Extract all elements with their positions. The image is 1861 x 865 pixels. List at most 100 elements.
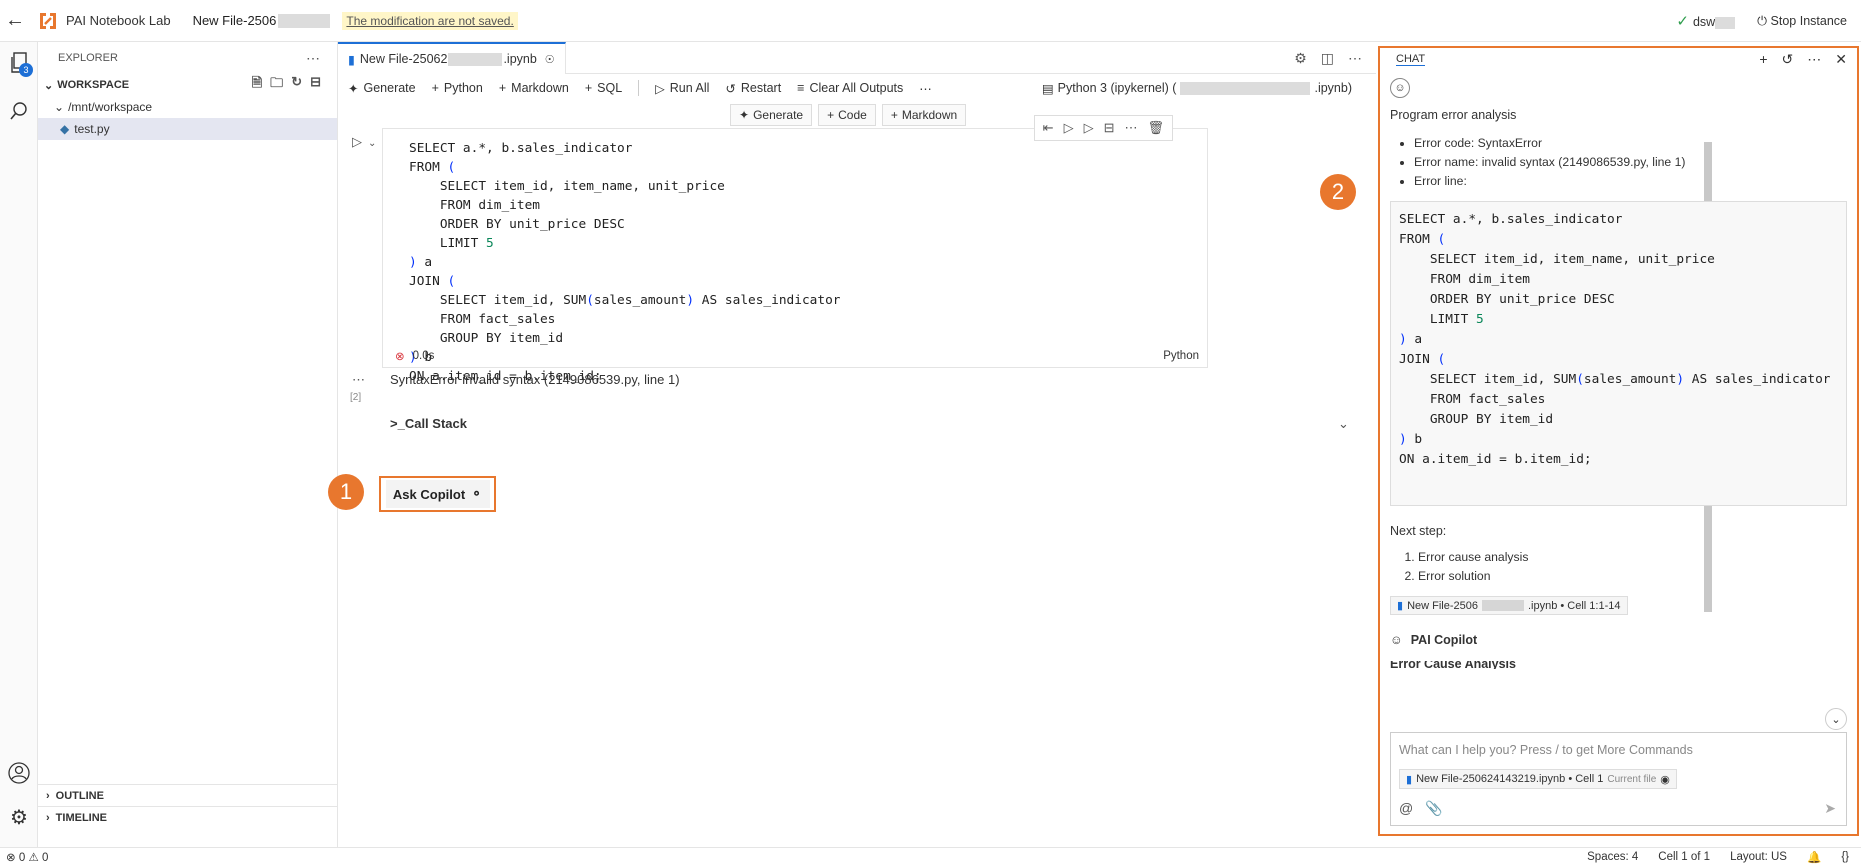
explorer-activity-button[interactable]: 3: [0, 46, 38, 80]
tab-label-prefix: New File-25062: [359, 52, 448, 66]
settings-button[interactable]: ⚙: [0, 800, 38, 834]
truncated-heading: Error Cause Analysis: [1390, 661, 1847, 669]
chevron-down-icon[interactable]: ⌄: [1338, 416, 1349, 432]
warnings-count: 0: [41, 851, 49, 864]
cell-toolbar: ⇤ ▷ ▷ ⊟ ⋯ 🗑: [1033, 115, 1173, 141]
new-file-icon[interactable]: 🗎: [252, 74, 262, 96]
tab-notebook[interactable]: ▮ New File-25062 .ipynb ☉: [338, 42, 566, 74]
add-python-button[interactable]: + Python: [432, 81, 483, 95]
history-icon[interactable]: ↺: [1782, 51, 1794, 68]
scroll-down-icon[interactable]: ⌄: [1825, 708, 1847, 730]
insert-markdown-button[interactable]: + Markdown: [881, 104, 967, 126]
stop-instance-button[interactable]: ⏻ Stop Instance: [1757, 14, 1847, 29]
code-line: GROUP BY item_id: [1399, 412, 1554, 427]
plus-icon[interactable]: +: [1759, 51, 1767, 68]
more-icon[interactable]: ⋯: [919, 81, 932, 96]
explorer-header: EXPLORER ⋯: [38, 42, 337, 74]
cell-reference-chip[interactable]: ▮ New File-2506 .ipynb • Cell 1:1-14: [1390, 596, 1628, 615]
more-icon[interactable]: ⋯: [1807, 51, 1821, 68]
error-icon: ⊗: [395, 351, 405, 363]
run-above-icon[interactable]: ⇤: [1043, 120, 1054, 136]
pai-logo-icon: [40, 12, 56, 29]
split-editor-icon[interactable]: ◫: [1321, 50, 1334, 67]
step-item: Error solution: [1418, 567, 1847, 586]
code-line: FROM fact_sales: [409, 312, 556, 327]
insert-generate-button[interactable]: ✦ Generate: [730, 104, 813, 126]
workspace-section[interactable]: ⌄ WORKSPACE 🗎 🗀 ↻ ⊟: [38, 74, 337, 96]
insert-code-button[interactable]: + Code: [818, 104, 876, 126]
unsaved-notice[interactable]: The modification are not saved.: [342, 11, 518, 30]
pin-dirty-icon[interactable]: ☉: [545, 53, 555, 66]
close-icon[interactable]: ✕: [1835, 51, 1847, 68]
call-stack-toggle[interactable]: >_Call Stack: [390, 416, 467, 431]
plus-icon: +: [584, 81, 593, 95]
eye-icon[interactable]: ◉: [1660, 773, 1670, 786]
sql-label: SQL: [597, 81, 623, 95]
more-icon[interactable]: ⋯: [1124, 120, 1137, 136]
chevron-down-icon: ⌄: [54, 100, 65, 114]
split-cell-icon[interactable]: ⊟: [1104, 120, 1115, 136]
chat-input[interactable]: What can I help you? Press / to get More…: [1390, 732, 1847, 826]
problems-indicator[interactable]: ⊗ 0 ⚠ 0: [6, 850, 48, 864]
insert-cell-bar: ✦ Generate + Code + Markdown: [730, 104, 967, 126]
delete-icon[interactable]: 🗑: [1147, 120, 1164, 136]
explorer-title: EXPLORER: [58, 52, 118, 64]
context-chip[interactable]: ▮ New File-250624143219.ipynb • Cell 1 Cur…: [1399, 769, 1677, 789]
chat-code-block[interactable]: SELECT a.*, b.sales_indicator FROM ( SELE…: [1390, 201, 1847, 506]
tree-file[interactable]: ◆ test.py: [38, 118, 337, 140]
run-all-button[interactable]: ▷ Run All: [655, 81, 709, 96]
assistant-name: PAI Copilot: [1410, 633, 1478, 647]
outline-section[interactable]: › OUTLINE: [38, 784, 338, 806]
code-cell[interactable]: ⇤ ▷ ▷ ⊟ ⋯ 🗑 SELECT a.*, b.sales_indicato…: [382, 115, 1208, 384]
layout-indicator[interactable]: Layout: US: [1730, 851, 1787, 863]
search-activity-button[interactable]: [0, 94, 38, 128]
more-icon[interactable]: ⋯: [306, 50, 321, 67]
instance-status[interactable]: ✓ dsw: [1676, 12, 1736, 30]
clear-outputs-button[interactable]: ≡ Clear All Outputs: [797, 81, 903, 95]
execute-above-icon[interactable]: ▷: [1064, 120, 1074, 136]
add-sql-button[interactable]: + SQL: [585, 81, 622, 95]
bullet-item: Error line:: [1414, 172, 1847, 191]
search-icon: [10, 102, 27, 120]
back-arrow-icon[interactable]: ←: [2, 9, 28, 32]
attach-icon[interactable]: 📎: [1425, 800, 1442, 817]
plus-icon: +: [431, 81, 439, 95]
step-marker-1: 1: [328, 474, 364, 510]
collapse-all-icon[interactable]: ⊟: [310, 74, 321, 96]
check-icon: ✓: [1676, 13, 1689, 30]
plus-icon: +: [827, 108, 835, 122]
new-folder-icon[interactable]: 🗀: [270, 74, 283, 96]
run-cell-icon[interactable]: ▷ ⌄: [352, 134, 376, 150]
chat-title[interactable]: CHAT: [1396, 53, 1426, 66]
generate-button[interactable]: ✦ Generate: [348, 81, 416, 96]
run-all-label: Run All: [669, 81, 710, 95]
timeline-section[interactable]: › TIMELINE: [38, 806, 338, 828]
add-markdown-button[interactable]: + Markdown: [499, 81, 569, 95]
cell-indicator[interactable]: Cell 1 of 1: [1658, 851, 1710, 863]
braces-icon[interactable]: {}: [1841, 851, 1849, 863]
account-button[interactable]: [0, 756, 38, 790]
cell-language[interactable]: Python: [1163, 350, 1199, 362]
user-avatar: ☺: [1390, 78, 1410, 98]
restart-button[interactable]: ↺ Restart: [725, 81, 781, 96]
kernel-selector[interactable]: ▤ Python 3 (ipykernel) (.ipynb): [1042, 81, 1352, 96]
send-icon[interactable]: ➤: [1824, 800, 1836, 817]
cell-duration: 0.0s: [412, 350, 435, 362]
gear-icon[interactable]: ⚙: [1294, 50, 1307, 67]
tree-folder[interactable]: ⌄/mnt/workspace: [38, 96, 337, 118]
more-icon[interactable]: ⋯: [1348, 50, 1362, 67]
mention-icon[interactable]: @: [1399, 800, 1413, 817]
sparkle-icon: ✦: [739, 108, 750, 122]
bell-icon[interactable]: 🔔: [1807, 850, 1821, 864]
code-line: LIMIT 5: [409, 236, 494, 251]
refresh-icon[interactable]: ↻: [291, 74, 302, 96]
code-line: FROM fact_sales: [1399, 392, 1546, 407]
execution-count: [2]: [350, 392, 362, 403]
ask-copilot-button[interactable]: Ask Copilot ⚬: [385, 480, 490, 508]
execute-below-icon[interactable]: ▷: [1084, 120, 1094, 136]
spaces-indicator[interactable]: Spaces: 4: [1587, 851, 1638, 863]
output-more-icon[interactable]: ⋯: [352, 372, 365, 388]
tab-bar: ▮ New File-25062 .ipynb ☉ ⚙ ◫ ⋯: [338, 42, 1376, 74]
code-line: SELECT item_id, SUM(sales_amount) AS sal…: [1399, 372, 1831, 387]
code-line: ) a: [409, 255, 433, 270]
